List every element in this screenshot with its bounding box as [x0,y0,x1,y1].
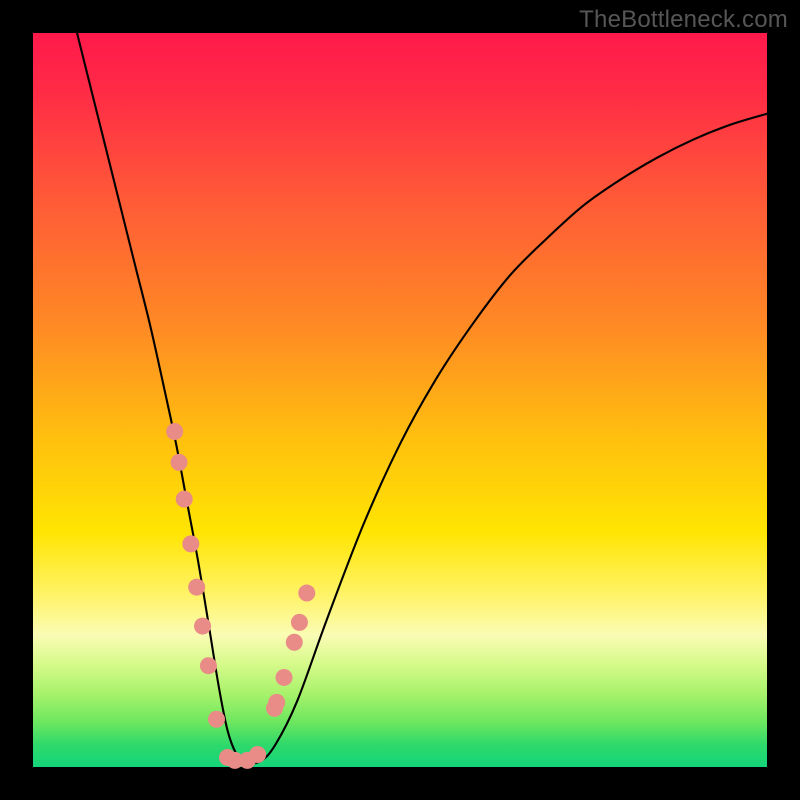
chart-frame: TheBottleneck.com [0,0,800,800]
highlight-dot [208,711,225,728]
highlight-dot [291,614,308,631]
highlight-dot [286,634,303,651]
highlight-dot [171,454,188,471]
chart-overlay-svg [33,33,767,767]
highlight-dot [166,423,183,440]
highlight-dot [268,694,285,711]
highlight-dot [176,491,193,508]
highlight-dot [194,618,211,635]
highlight-dot [182,535,199,552]
highlight-dots-group [166,423,315,769]
highlight-dot [276,669,293,686]
highlight-dot [200,657,217,674]
bottleneck-curve [77,33,767,763]
highlight-dot [249,746,266,763]
highlight-dot [188,579,205,596]
watermark-text: TheBottleneck.com [579,6,788,34]
highlight-dot [298,585,315,602]
